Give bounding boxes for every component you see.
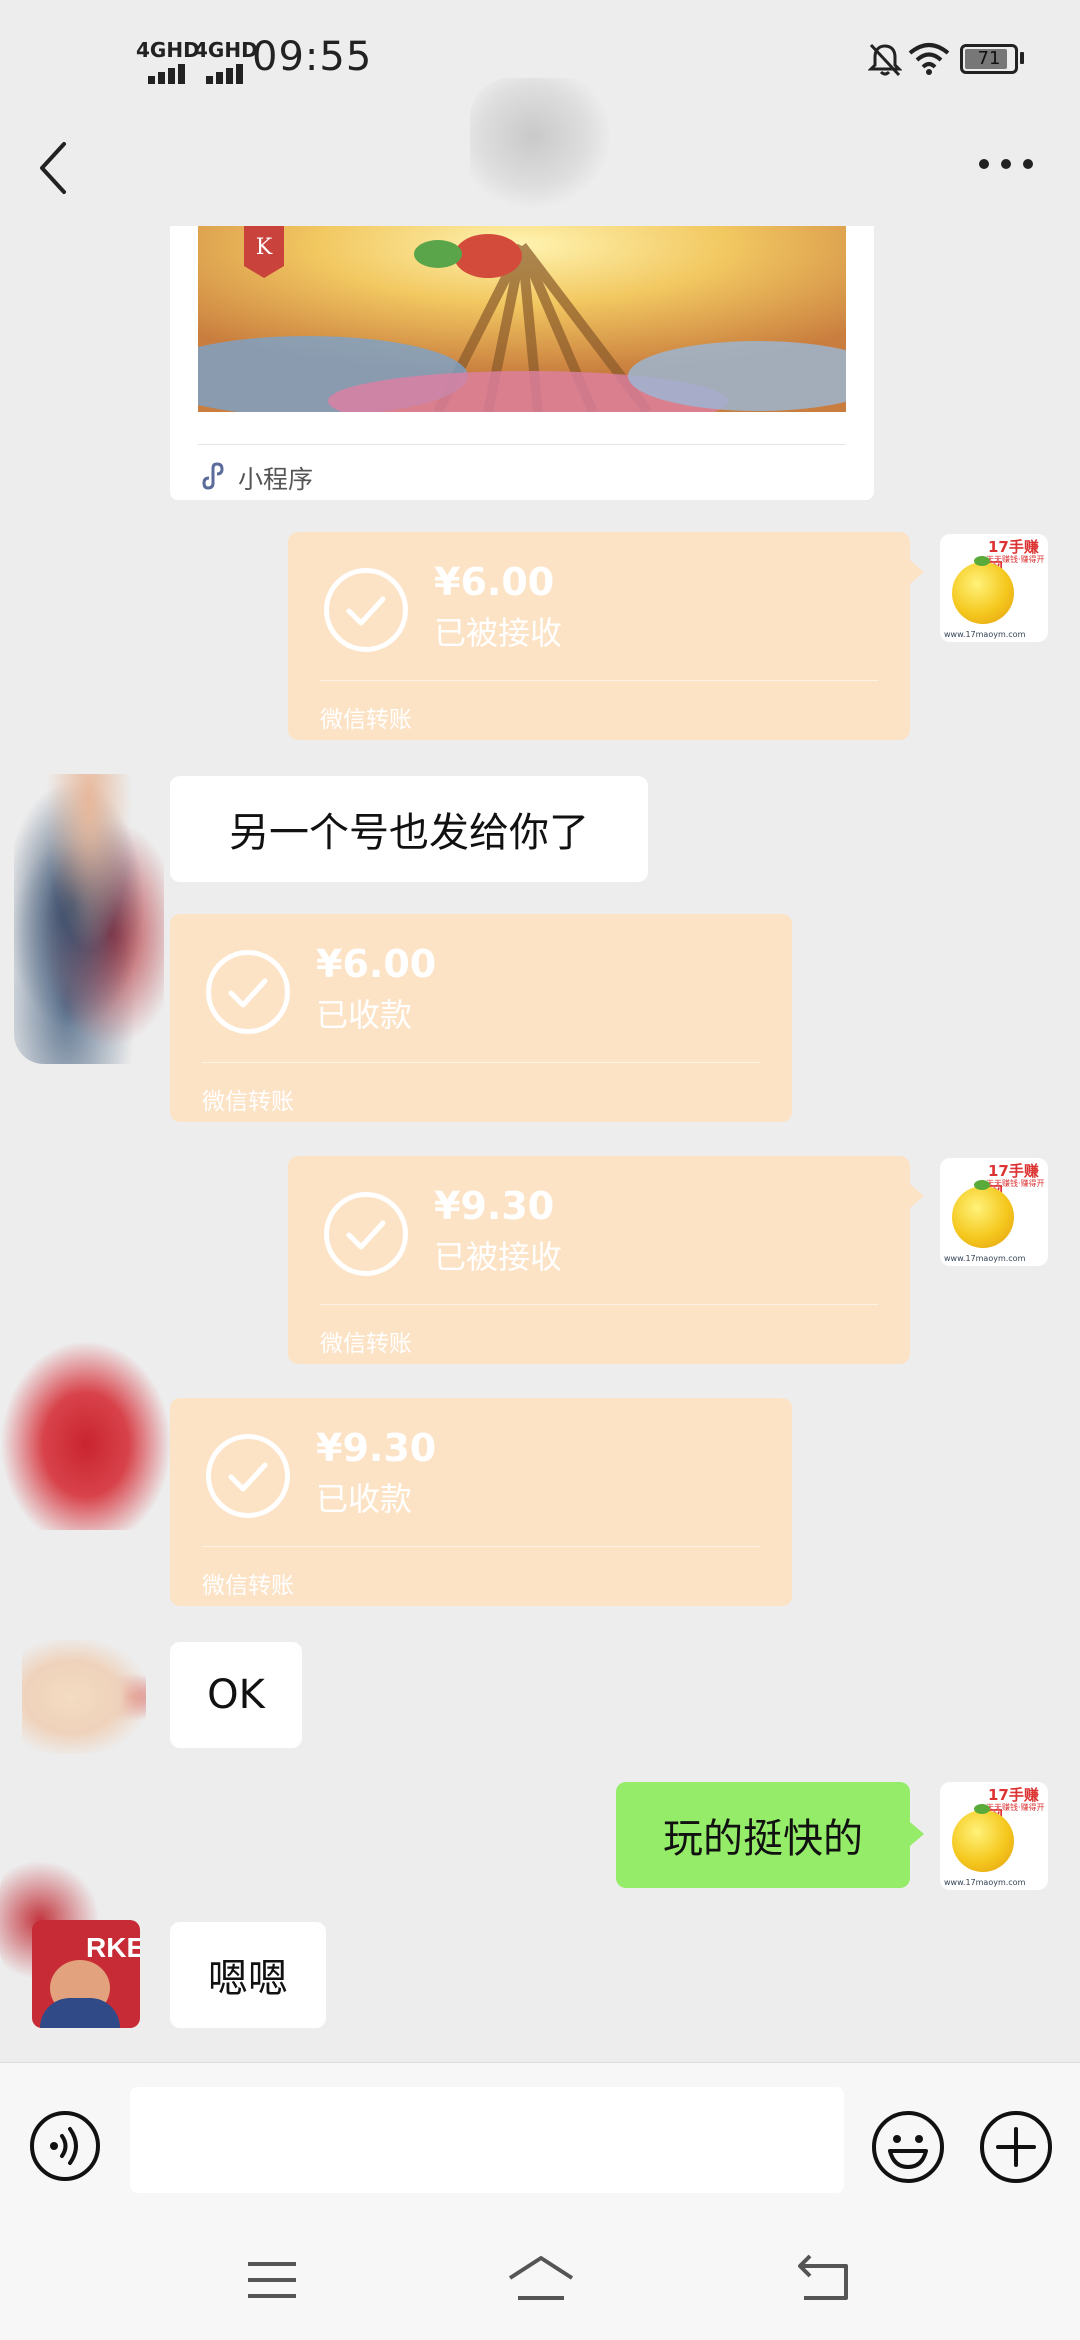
contact-avatar[interactable] (0, 1340, 172, 1530)
transfer-status: 已被接收 (434, 614, 563, 652)
message-bubble[interactable]: 玩的挺快的 (616, 1782, 910, 1888)
transfer-status: 已收款 (316, 996, 413, 1034)
contact-avatar[interactable] (22, 1640, 146, 1754)
emoji-button[interactable] (870, 2109, 946, 2185)
transfer-status: 已收款 (316, 1480, 413, 1518)
transfer-amount: ¥9.30 (316, 1426, 437, 1470)
signal-icon (148, 64, 185, 84)
bubble-tail (910, 1822, 924, 1846)
mute-notification-icon (868, 43, 902, 77)
my-avatar[interactable]: 17手赚网 天天赚钱·赚得开心 www.17maoym.com (940, 534, 1048, 642)
transfer-divider (320, 1304, 878, 1305)
transfer-footer: 微信转账 (202, 1573, 294, 1599)
clock: 09:55 (252, 34, 373, 80)
avatar-text: RKER (86, 1932, 140, 1963)
battery-icon: 71 (960, 44, 1018, 74)
transfer-status: 已被接收 (434, 1238, 563, 1276)
transfer-bubble[interactable]: ¥6.00 已收款 微信转账 (170, 914, 792, 1122)
contact-avatar[interactable]: RKER (32, 1920, 140, 2028)
transfer-footer: 微信转账 (320, 707, 412, 733)
transfer-amount: ¥6.00 (434, 560, 555, 604)
avatar-url: www.17maoym.com (944, 1254, 1026, 1263)
signal-2: 4GHD (194, 38, 258, 84)
transfer-divider (202, 1546, 760, 1547)
avatar-url: www.17maoym.com (944, 1878, 1026, 1887)
mini-program-icon (202, 462, 224, 490)
contact-avatar[interactable] (14, 774, 164, 1064)
message-bubble[interactable]: OK (170, 1642, 302, 1748)
home-icon[interactable] (506, 2252, 576, 2302)
voice-input-button[interactable] (28, 2109, 102, 2183)
bubble-tail (910, 560, 924, 584)
network-type-label: 4GHD (194, 38, 258, 62)
svg-text:K: K (256, 235, 273, 260)
menu-icon[interactable] (246, 2260, 298, 2300)
game-artwork-image: K (198, 226, 846, 412)
system-nav-bar (0, 2222, 1080, 2340)
battery-tip (1020, 52, 1024, 64)
mini-program-card[interactable]: K 小程序 (170, 226, 874, 500)
check-circle-icon (324, 1192, 408, 1276)
my-avatar[interactable]: 17手赚网 天天赚钱·赚得开心 www.17maoym.com (940, 1158, 1048, 1266)
my-avatar[interactable]: 17手赚网 天天赚钱·赚得开心 www.17maoym.com (940, 1782, 1048, 1890)
transfer-amount: ¥9.30 (434, 1184, 555, 1228)
check-circle-icon (206, 1434, 290, 1518)
message-bubble[interactable]: 另一个号也发给你了 (170, 776, 648, 882)
back-nav-icon[interactable] (796, 2254, 852, 2304)
transfer-bubble[interactable]: ¥6.00 已被接收 微信转账 (288, 532, 910, 740)
transfer-footer: 微信转账 (202, 1089, 294, 1115)
wifi-icon (908, 43, 950, 75)
message-bubble[interactable]: 嗯嗯 (170, 1922, 326, 2028)
mini-program-label: 小程序 (238, 465, 314, 494)
transfer-footer: 微信转账 (320, 1331, 412, 1357)
transfer-divider (202, 1062, 760, 1063)
chat-title (470, 78, 610, 208)
more-button[interactable] (976, 156, 1036, 172)
check-circle-icon (206, 950, 290, 1034)
back-button[interactable] (34, 138, 74, 198)
mini-program-thumbnail: K (198, 226, 846, 412)
bubble-tail (910, 1184, 924, 1208)
check-circle-icon (324, 568, 408, 652)
message-input-bar (0, 2062, 1080, 2223)
transfer-amount: ¥6.00 (316, 942, 437, 986)
battery-level: 71 (977, 48, 1001, 69)
signal-1: 4GHD (136, 38, 200, 84)
transfer-bubble[interactable]: ¥9.30 已被接收 微信转账 (288, 1156, 910, 1364)
card-divider (198, 444, 846, 445)
transfer-divider (320, 680, 878, 681)
network-type-label: 4GHD (136, 38, 200, 62)
message-input[interactable] (130, 2087, 844, 2193)
plus-button[interactable] (978, 2109, 1054, 2185)
transfer-bubble[interactable]: ¥9.30 已收款 微信转账 (170, 1398, 792, 1606)
avatar-url: www.17maoym.com (944, 630, 1026, 639)
